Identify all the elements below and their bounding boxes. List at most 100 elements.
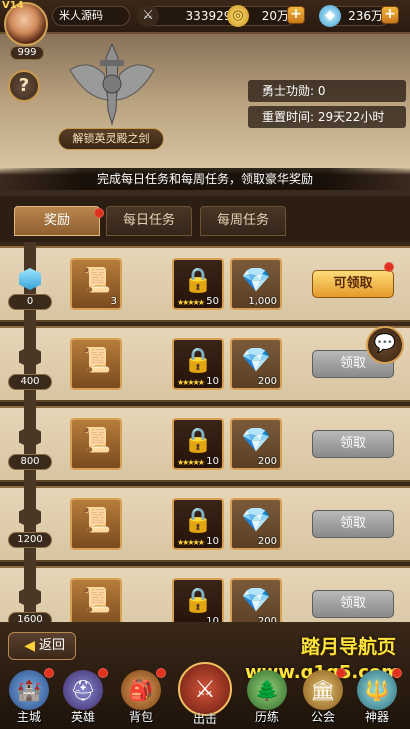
item-count: 10 <box>206 456 219 467</box>
notification-dot <box>98 668 108 678</box>
diamond-reward-item[interactable]: 💎 200 <box>230 578 282 622</box>
scroll-icon: 📜 <box>81 346 111 374</box>
merit-info: 勇士功勋: 0 <box>248 80 406 102</box>
item-count: 200 <box>257 536 277 547</box>
lock-icon: 🔒 <box>183 346 213 374</box>
locked-diamond-icon: 💎 <box>241 346 271 374</box>
item-count: 10 <box>206 536 219 547</box>
tab-bar: 奖励 每日任务 每周任务 <box>0 196 410 242</box>
nav-label: 公会 <box>310 710 335 724</box>
player-name: 米人源码 <box>52 6 130 26</box>
help-button[interactable]: ? <box>8 70 40 102</box>
locked-chest-reward-item[interactable]: 🔒 ★★★★★ 10 <box>172 418 224 470</box>
nav-training[interactable]: 🌲 历练 <box>242 670 292 728</box>
claim-button[interactable]: 可领取 <box>312 270 394 298</box>
diamond-icon: ◆ <box>319 5 341 27</box>
item-count: 200 <box>257 456 277 467</box>
locked-chest-reward-item[interactable]: 🔒 ★★★★★ 10 <box>172 498 224 550</box>
claim-button[interactable]: 领取 <box>312 430 394 458</box>
scroll-icon: 📜 <box>81 506 111 534</box>
diamond-reward-item[interactable]: 💎 1,000 <box>230 258 282 310</box>
milestone-label: 400 <box>8 374 52 390</box>
lock-icon: 🔒 <box>183 586 213 614</box>
locked-chest-reward-item[interactable]: 🔒 ★★★★★ 10 <box>172 338 224 390</box>
coin-display: ◎ 20万 + <box>227 5 305 27</box>
promo-title: 踏月导航页 <box>300 636 396 658</box>
back-label: 返回 <box>38 638 65 653</box>
helmet-icon: ⛑ <box>63 670 103 710</box>
nav-main-city[interactable]: 🏰 主城 <box>4 670 54 728</box>
player-level: 999 <box>10 46 44 60</box>
claim-button[interactable]: 领取 <box>312 590 394 618</box>
milestone-label: 800 <box>8 454 52 470</box>
tab-daily-tasks[interactable]: 每日任务 <box>106 206 192 236</box>
item-count: 1,000 <box>248 296 277 307</box>
artifact-icon: 🔱 <box>357 670 397 710</box>
notification-dot <box>384 262 394 272</box>
crossed-swords-icon: ⚔ <box>178 662 232 716</box>
coin-icon: ◎ <box>227 5 249 27</box>
locked-diamond-icon: 💎 <box>241 266 271 294</box>
notification-dot <box>156 668 166 678</box>
stars-icon: ★★★★★ <box>177 538 205 547</box>
item-count: 3 <box>110 296 117 307</box>
scroll-reward-item[interactable]: 📜 <box>70 578 122 622</box>
scroll-icon: 📜 <box>81 426 111 454</box>
nav-label: 主城 <box>16 710 41 724</box>
item-count: 200 <box>257 376 277 387</box>
claim-button[interactable]: 领取 <box>312 510 394 538</box>
stars-icon: ★★★★★ <box>177 458 205 467</box>
nav-label: 英雄 <box>70 710 95 724</box>
nav-guild[interactable]: 🏛 公会 <box>298 670 348 728</box>
tab-weekly-tasks[interactable]: 每周任务 <box>200 206 286 236</box>
coin-value: 20万 <box>261 9 289 23</box>
diamond-reward-item[interactable]: 💎 200 <box>230 498 282 550</box>
locked-diamond-icon: 💎 <box>241 586 271 614</box>
diamond-reward-item[interactable]: 💎 200 <box>230 418 282 470</box>
event-description: 完成每日任务和每周任务，领取豪华奖励 <box>0 168 410 190</box>
nav-heroes[interactable]: ⛑ 英雄 <box>58 670 108 728</box>
lock-icon: 🔒 <box>183 506 213 534</box>
notification-dot <box>392 668 402 678</box>
back-arrow-icon: ◀ <box>24 638 35 654</box>
reward-list[interactable]: 0 📜 3 🔒 ★★★★★ 50 💎 1,000 可领取 400 📜 🔒 ★★★★★ 10 … <box>0 242 410 622</box>
scroll-reward-item[interactable]: 📜 <box>70 338 122 390</box>
scroll-reward-item[interactable]: 📜 3 <box>70 258 122 310</box>
diamond-reward-item[interactable]: 💎 200 <box>230 338 282 390</box>
locked-chest-reward-item[interactable]: 🔒 10 <box>172 578 224 622</box>
notification-dot <box>44 668 54 678</box>
stars-icon: ★★★★★ <box>177 378 205 387</box>
scroll-reward-item[interactable]: 📜 <box>70 418 122 470</box>
nav-label: 出击 <box>192 712 217 726</box>
chat-icon[interactable]: 💬 <box>366 326 404 364</box>
scroll-icon: 📜 <box>81 586 111 614</box>
milestone-label: 0 <box>8 294 52 310</box>
locked-diamond-icon: 💎 <box>241 426 271 454</box>
notification-dot <box>94 208 104 218</box>
sword-emblem-icon <box>69 42 155 126</box>
locked-chest-reward-item[interactable]: 🔒 ★★★★★ 50 <box>172 258 224 310</box>
tab-rewards[interactable]: 奖励 <box>14 206 100 236</box>
nav-artifacts[interactable]: 🔱 神器 <box>352 670 402 728</box>
back-button[interactable]: ◀ 返回 <box>8 632 76 660</box>
stars-icon: ★★★★★ <box>177 298 205 307</box>
milestone-label: 1200 <box>8 532 52 548</box>
nav-label: 背包 <box>128 710 153 724</box>
add-diamond-button[interactable]: + <box>381 6 399 24</box>
nav-battle[interactable]: ⚔ 出击 <box>176 662 234 728</box>
nav-bag[interactable]: 🎒 背包 <box>116 670 166 728</box>
scroll-reward-item[interactable]: 📜 <box>70 498 122 550</box>
lock-icon: 🔒 <box>183 426 213 454</box>
vip-badge: V14 <box>2 0 24 11</box>
diamond-value: 236万 <box>348 9 383 23</box>
item-count: 10 <box>206 376 219 387</box>
scroll-icon: 📜 <box>81 266 111 294</box>
swords-icon: ⚔ <box>137 5 159 27</box>
nav-label: 历练 <box>254 710 279 724</box>
backpack-icon: 🎒 <box>121 670 161 710</box>
castle-icon: 🏰 <box>9 670 49 710</box>
add-coin-button[interactable]: + <box>287 6 305 24</box>
unlock-sword-label: 解锁英灵殿之剑 <box>58 128 164 150</box>
item-count: 50 <box>206 296 219 307</box>
locked-diamond-icon: 💎 <box>241 506 271 534</box>
